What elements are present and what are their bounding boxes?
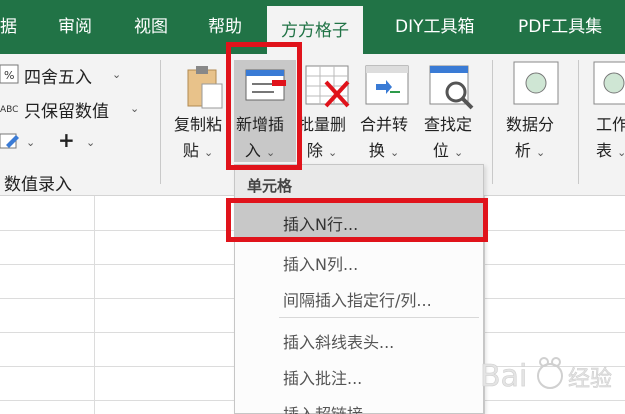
worksheet-button[interactable]: 工作 表 ⌄ [596, 112, 625, 166]
round-button[interactable]: 四舍五入 [24, 63, 92, 88]
tab-diy-toolbox[interactable]: DIY工具箱 [395, 12, 475, 37]
dropdown-section-cells: 单元格 [235, 165, 483, 199]
highlight-box-insert-rows [226, 198, 488, 242]
keep-values-button[interactable]: 只保留数值 [24, 97, 109, 122]
tab-data[interactable]: 据 [0, 12, 17, 37]
chevron-down-icon: ⌄ [453, 146, 464, 159]
tab-pdf-tools[interactable]: PDF工具集 [518, 12, 602, 37]
svg-text:经验: 经验 [568, 367, 612, 392]
merge-convert-button[interactable]: 合并转 换 ⌄ [360, 112, 408, 166]
chevron-down-icon[interactable]: ⌄ [130, 102, 139, 115]
chevron-down-icon: ⌄ [327, 146, 338, 159]
menu-item-insert-columns[interactable]: 插入N列... [235, 243, 483, 279]
chevron-down-icon[interactable]: ⌄ [112, 68, 121, 81]
group-label-numeric-entry: 数值录入 [4, 175, 72, 195]
chevron-down-icon[interactable]: ⌄ [26, 136, 35, 149]
group-separator [492, 60, 493, 184]
batch-delete-icon [305, 65, 350, 108]
menu-item-insert-hyperlink[interactable]: 插入超链接... [235, 393, 483, 414]
data-analysis-button[interactable]: 数据分 析 ⌄ [506, 112, 554, 166]
chevron-down-icon: ⌄ [389, 146, 400, 159]
highlight-box-insert-button [226, 42, 302, 170]
group-separator [578, 60, 579, 184]
menu-item-interval-insert[interactable]: 间隔插入指定行/列... [235, 279, 483, 315]
tab-view[interactable]: 视图 [134, 12, 168, 37]
chevron-down-icon[interactable]: ⌄ [86, 136, 95, 149]
chevron-down-icon: ⌄ [535, 146, 546, 159]
grid-column-line [94, 196, 95, 414]
tab-help[interactable]: 帮助 [208, 12, 242, 37]
edit-icon[interactable] [0, 131, 20, 151]
tab-review[interactable]: 审阅 [58, 12, 92, 37]
chevron-down-icon: ⌄ [203, 146, 214, 159]
menu-divider [279, 317, 479, 318]
svg-text:Bai: Bai [480, 359, 527, 394]
clipboard-icon [187, 66, 223, 109]
worksheet-icon [593, 61, 625, 105]
svg-text:%: % [4, 69, 14, 82]
data-analysis-icon [513, 61, 559, 105]
ribbon-tab-bar: 据 审阅 视图 帮助 方方格子 DIY工具箱 PDF工具集 [0, 0, 625, 54]
abc-icon: ABC [0, 105, 18, 115]
baidu-watermark-logo: Bai 经验 [480, 357, 612, 394]
merge-convert-icon [365, 65, 409, 105]
group-separator [160, 60, 161, 184]
copy-paste-button[interactable]: 复制粘 贴 ⌄ [174, 112, 222, 166]
plus-button[interactable]: + [58, 128, 75, 152]
menu-item-insert-diagonal-header[interactable]: 插入斜线表头... [235, 321, 483, 357]
menu-item-insert-comment[interactable]: 插入批注... [235, 357, 483, 393]
chevron-down-icon: ⌄ [617, 146, 625, 159]
find-locate-button[interactable]: 查找定 位 ⌄ [424, 112, 472, 166]
svg-text:ABC: ABC [0, 105, 18, 115]
batch-delete-button[interactable]: 批量删 除 ⌄ [298, 112, 346, 166]
find-locate-icon [429, 65, 474, 110]
round-icon: % [0, 64, 19, 84]
